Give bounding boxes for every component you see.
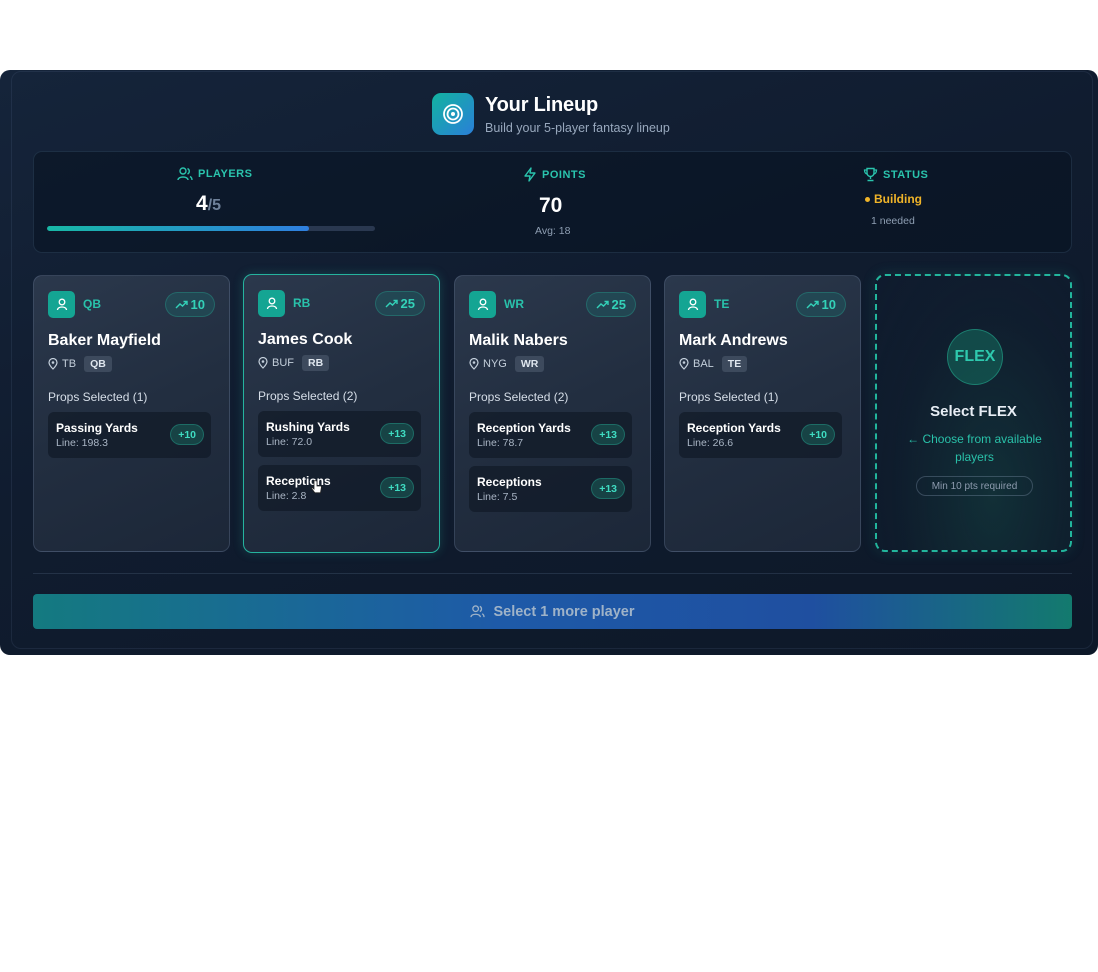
prop-points-badge: +13 <box>380 423 414 444</box>
prop-points-badge: +13 <box>591 424 625 445</box>
flex-title: Select FLEX <box>930 403 1017 420</box>
points-value: 70 <box>539 194 563 217</box>
players-progress-fill <box>47 226 310 231</box>
location-pin-icon <box>469 358 479 370</box>
cta-label: Select 1 more player <box>493 603 635 620</box>
players-total: /5 <box>207 197 222 214</box>
props-title: Props Selected (1) <box>679 390 779 404</box>
points-stat-label: POINTS <box>523 167 586 182</box>
team-abbr: NYG <box>483 358 507 370</box>
status-dot <box>865 196 870 202</box>
props-title: Props Selected (2) <box>258 389 358 403</box>
position-chip: QB <box>84 356 112 372</box>
player-card-wr[interactable]: WR 25 Malik Nabers NYG WR Props Selected… <box>454 275 651 552</box>
trending-up-icon <box>175 300 188 309</box>
player-name: Malik Nabers <box>469 332 568 349</box>
prop-points-badge: +13 <box>591 478 625 499</box>
target-icon <box>432 93 474 135</box>
players-progress <box>47 226 375 231</box>
location-pin-icon <box>258 357 268 369</box>
prop-item[interactable]: Passing Yards Line: 198.3 +10 <box>48 412 211 458</box>
trending-up-icon <box>385 299 398 308</box>
prop-line: Line: 78.7 <box>477 437 524 449</box>
prop-item[interactable]: Receptions Line: 2.8 +13 <box>258 465 421 511</box>
page-title: Your Lineup <box>485 93 598 116</box>
prop-points-badge: +10 <box>170 424 204 445</box>
flex-min-requirement: Min 10 pts required <box>916 476 1033 496</box>
position-chip: WR <box>514 356 545 372</box>
prop-item[interactable]: Reception Yards Line: 78.7 +13 <box>469 412 632 458</box>
position-label: WR <box>504 297 524 311</box>
player-meta: TB QB <box>48 356 112 372</box>
position-chip: RB <box>302 355 330 371</box>
status-sub: 1 needed <box>871 215 915 227</box>
players-stat-label: PLAYERS <box>177 167 252 181</box>
position-label: TE <box>714 297 730 311</box>
prop-line: Line: 198.3 <box>56 437 108 449</box>
divider <box>33 573 1072 574</box>
player-name: Mark Andrews <box>679 332 788 349</box>
select-more-player-button[interactable]: Select 1 more player <box>33 594 1072 629</box>
player-meta: NYG WR <box>469 356 545 372</box>
status-stat-label: STATUS <box>863 167 928 182</box>
prop-name: Rushing Yards <box>266 420 350 434</box>
prop-name: Reception Yards <box>477 421 571 435</box>
player-name: James Cook <box>258 331 353 348</box>
user-icon <box>469 291 496 318</box>
team-abbr: BAL <box>693 358 714 370</box>
prop-name: Passing Yards <box>56 421 138 435</box>
position-chip: TE <box>721 356 748 372</box>
position-label: QB <box>83 297 101 311</box>
prop-points-badge: +10 <box>801 424 835 445</box>
flex-badge: FLEX <box>947 329 1003 385</box>
points-badge: 10 <box>164 292 215 317</box>
team-abbr: TB <box>62 358 77 370</box>
user-icon <box>258 290 285 317</box>
player-meta: BUF RB <box>258 355 330 371</box>
player-card-te[interactable]: TE 10 Mark Andrews BAL TE Props Selected… <box>664 275 861 552</box>
location-pin-icon <box>679 358 689 370</box>
flex-hint: ← Choose from available players <box>907 432 1042 464</box>
player-card-qb[interactable]: QB 10 Baker Mayfield TB QB Props Selecte… <box>33 275 230 552</box>
status-badge: Building <box>865 192 922 206</box>
page-subtitle: Build your 5-player fantasy lineup <box>485 120 670 135</box>
player-name: Baker Mayfield <box>48 332 161 349</box>
header: Your Lineup Build your 5-player fantasy … <box>432 93 670 135</box>
prop-item[interactable]: Rushing Yards Line: 72.0 +13 <box>258 411 421 457</box>
position-label: RB <box>293 296 311 310</box>
props-title: Props Selected (2) <box>469 390 569 404</box>
points-avg: Avg: 18 <box>535 225 571 237</box>
lightning-icon <box>524 167 536 182</box>
trending-up-icon <box>806 300 819 309</box>
mouse-cursor-icon <box>311 480 323 499</box>
users-icon <box>177 167 193 181</box>
prop-name: Reception Yards <box>687 421 781 435</box>
prop-item[interactable]: Receptions Line: 7.5 +13 <box>469 466 632 512</box>
prop-line: Line: 7.5 <box>477 491 518 503</box>
stats-bar: PLAYERS 4/5 POINTS 70 Avg: 18 STATUS Bui… <box>33 151 1072 253</box>
flex-slot[interactable]: FLEX Select FLEX ← Choose from available… <box>875 274 1072 552</box>
team-abbr: BUF <box>272 357 294 369</box>
trending-up-icon <box>596 300 609 309</box>
user-icon <box>679 291 706 318</box>
prop-line: Line: 2.8 <box>266 490 307 502</box>
lineup-panel: Your Lineup Build your 5-player fantasy … <box>0 70 1098 655</box>
player-meta: BAL TE <box>679 356 748 372</box>
trophy-icon <box>863 167 878 182</box>
user-icon <box>48 291 75 318</box>
points-badge: 10 <box>795 292 846 317</box>
player-card-rb[interactable]: RB 25 James Cook BUF RB Props Selected (… <box>243 274 440 553</box>
prop-points-badge: +13 <box>380 477 414 498</box>
location-pin-icon <box>48 358 58 370</box>
points-badge: 25 <box>374 291 425 316</box>
prop-item[interactable]: Reception Yards Line: 26.6 +10 <box>679 412 842 458</box>
prop-line: Line: 26.6 <box>687 437 734 449</box>
players-count: 4/5 <box>196 192 222 215</box>
points-badge: 25 <box>585 292 636 317</box>
props-title: Props Selected (1) <box>48 390 148 404</box>
prop-name: Receptions <box>477 475 542 489</box>
prop-line: Line: 72.0 <box>266 436 313 448</box>
users-icon <box>470 605 486 618</box>
